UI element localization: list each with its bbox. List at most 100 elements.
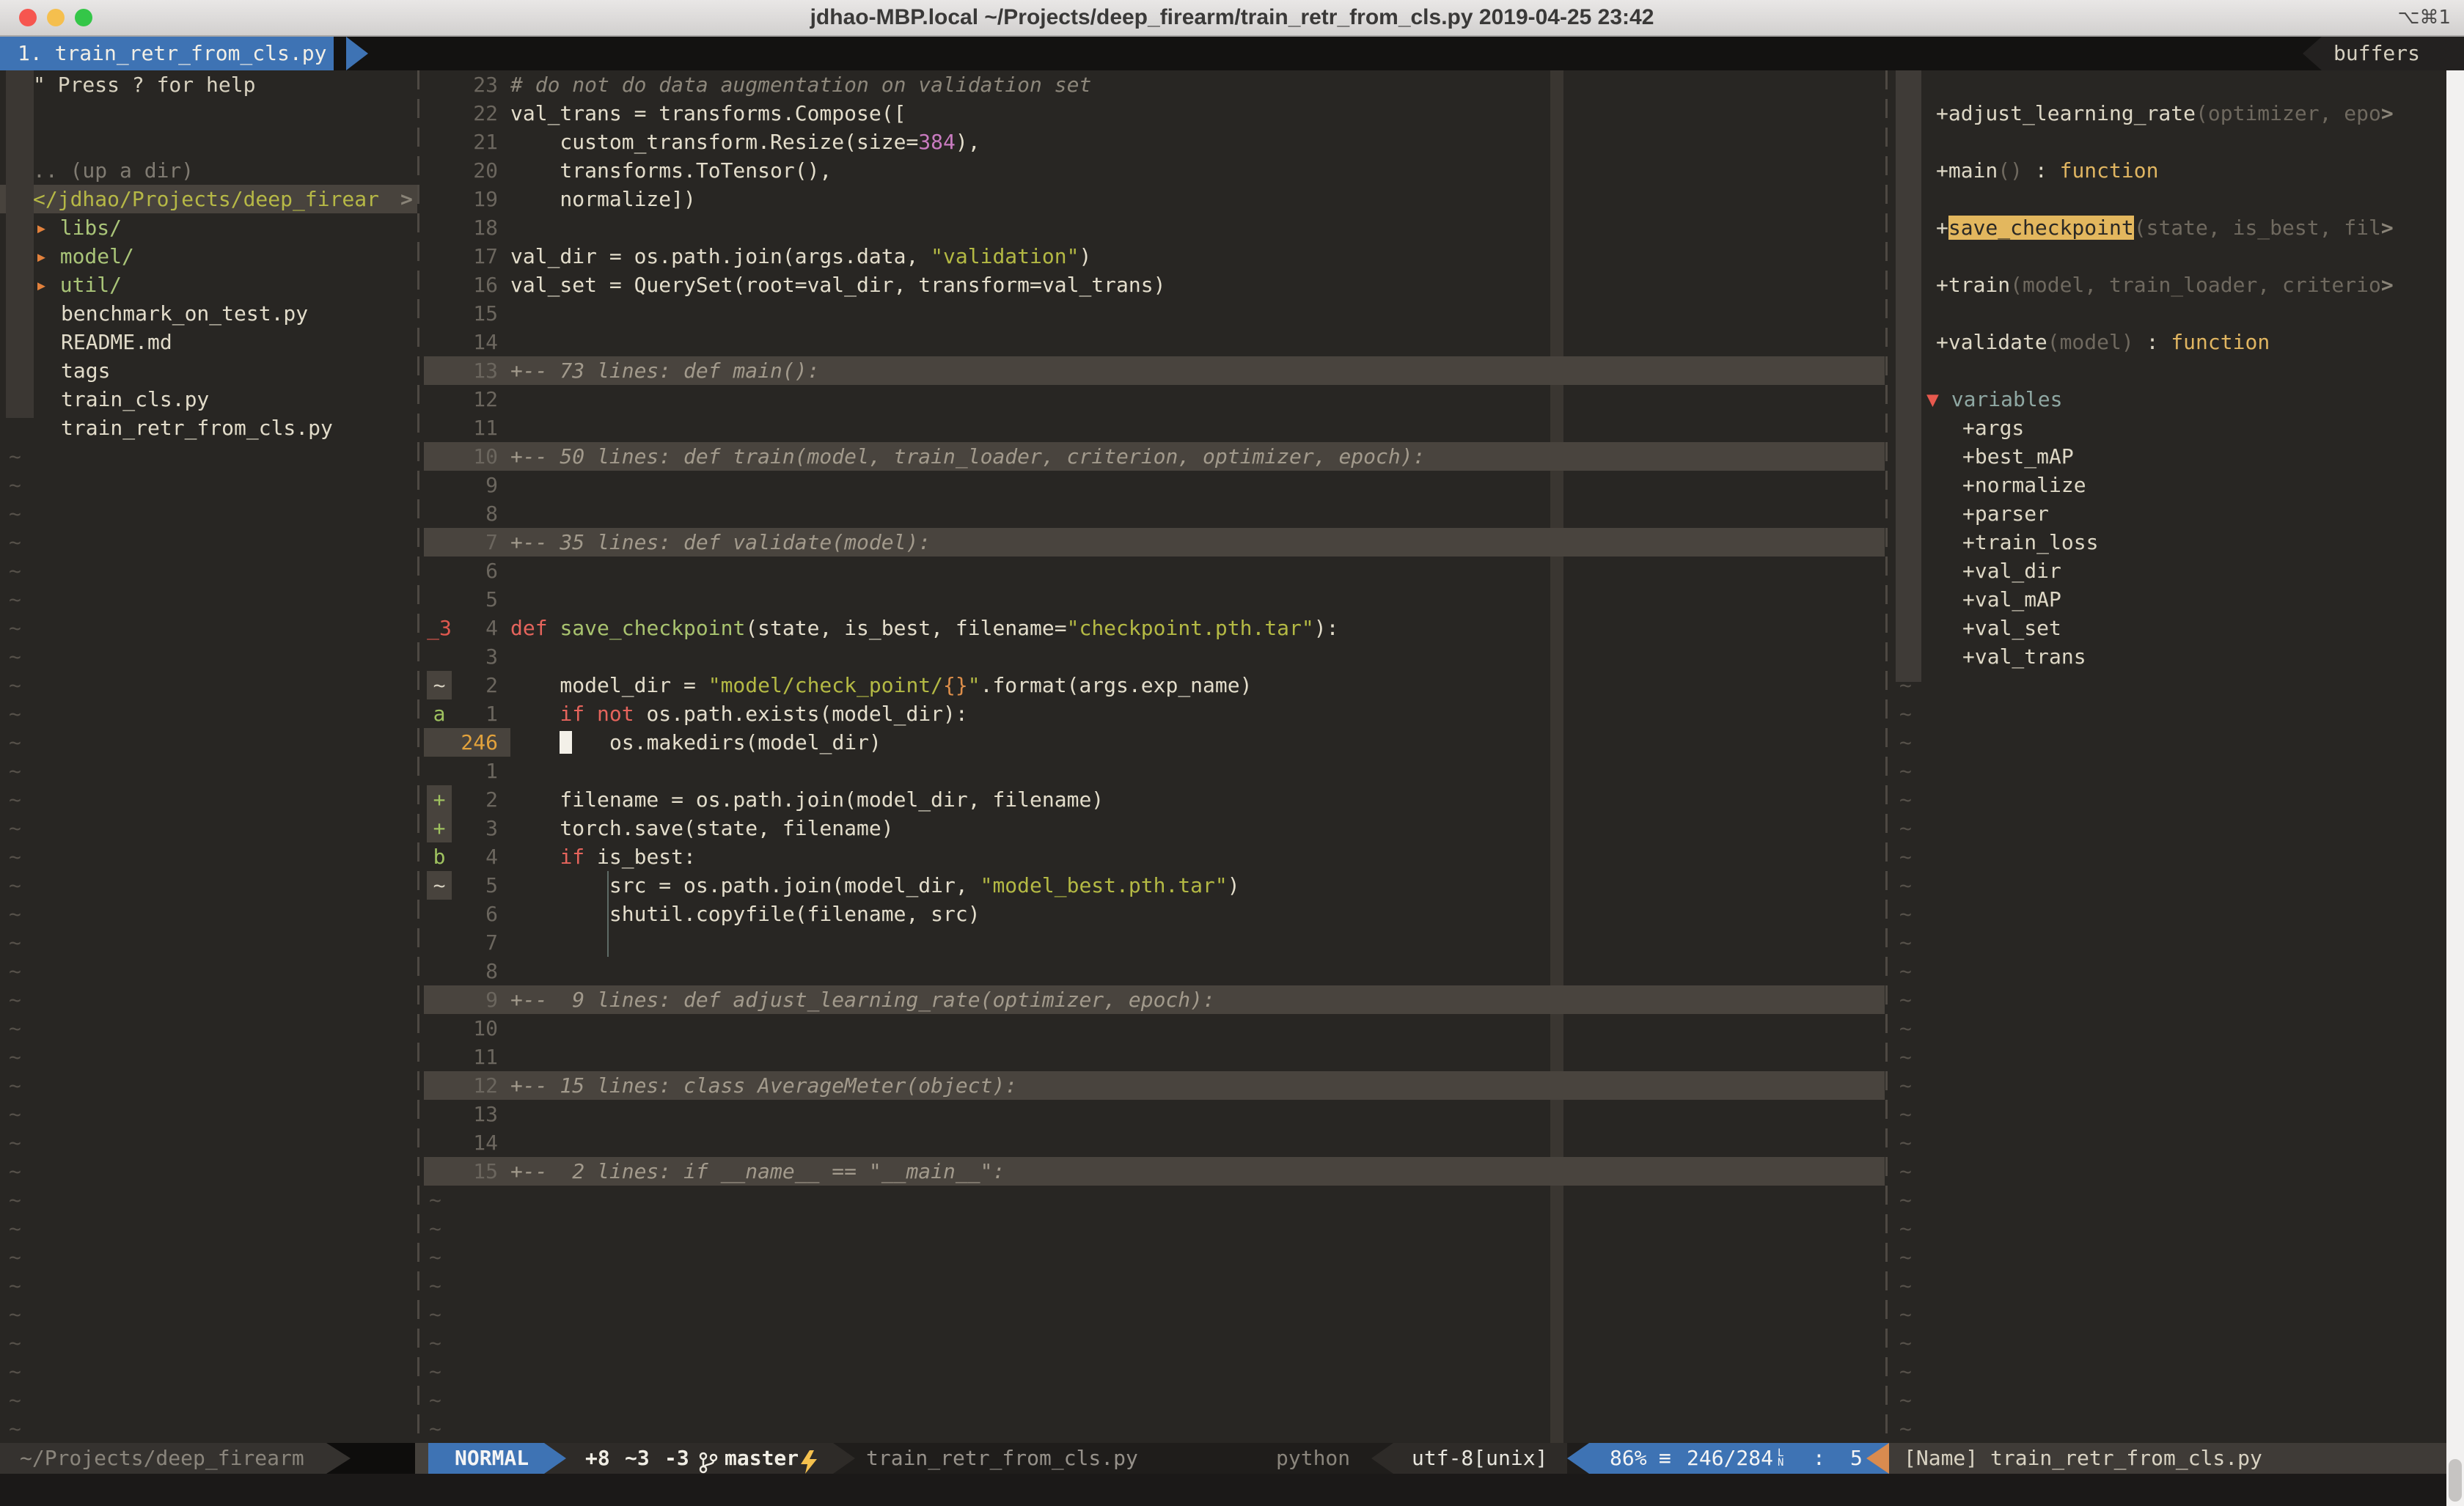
tagbar-function-item[interactable]: +save_checkpoint(state, is_best, fil> xyxy=(1936,213,2394,242)
empty-line-marker: ~ xyxy=(429,1357,441,1386)
tagbar-variable-item[interactable]: +train_loss xyxy=(1962,528,2098,557)
code-token: src = os.path.join(model_dir, xyxy=(510,873,980,897)
tabline: 1. train_retr_from_cls.py buffers xyxy=(0,37,2464,70)
code-line[interactable]: custom_transform.Resize(size=384), xyxy=(510,128,980,156)
empty-line-marker: ~ xyxy=(9,900,21,928)
empty-line-marker: ~ xyxy=(9,585,21,614)
nerdtree-dir-model[interactable]: ▸ model/ xyxy=(35,242,134,271)
code-line[interactable]: shutil.copyfile(filename, src) xyxy=(510,900,980,928)
nerdtree-file-benchmark_on_test-py[interactable]: benchmark_on_test.py xyxy=(61,299,308,328)
folded-region[interactable]: 9+-- 9 lines: def adjust_learning_rate(o… xyxy=(424,985,1885,1014)
tagbar-variable-item[interactable]: +best_mAP xyxy=(1962,442,2074,471)
empty-line-marker: ~ xyxy=(1899,1386,1912,1414)
fold-summary: +-- 73 lines: def main(): xyxy=(510,356,819,385)
code-token: "model_best.pth.tar" xyxy=(980,873,1228,897)
empty-line-marker: ~ xyxy=(1899,1128,1912,1157)
empty-line-marker: ~ xyxy=(9,1357,21,1386)
line-number: 7 xyxy=(449,928,498,957)
nerdtree-root-path[interactable]: </jdhao/Projects/deep_firear xyxy=(33,185,379,213)
right-scrollbar[interactable] xyxy=(2446,70,2464,1506)
code-line[interactable]: src = os.path.join(model_dir, "model_bes… xyxy=(510,871,1240,900)
tagbar-variable-item[interactable]: +val_dir xyxy=(1962,557,2061,585)
sign-b: b xyxy=(427,842,452,871)
folded-region[interactable]: 10+-- 50 lines: def train(model, train_l… xyxy=(424,442,1885,471)
tagbar-panel: +adjust_learning_rate(optimizer, epo> +ma… xyxy=(1889,70,2446,1443)
vertical-split-separator[interactable] xyxy=(417,70,419,1443)
folded-region[interactable]: 7+-- 35 lines: def validate(model): xyxy=(424,528,1885,557)
tagbar-variable-item[interactable]: +args xyxy=(1962,414,2024,442)
tag-signature: (state, is_best, fil xyxy=(2134,216,2381,240)
tagbar-function-item[interactable]: +main() : function xyxy=(1936,156,2158,185)
nerdtree-file-README-md[interactable]: README.md xyxy=(61,328,172,356)
sign-+: + xyxy=(427,785,452,814)
tagbar-variable-item[interactable]: +parser xyxy=(1962,499,2049,528)
line-number: 5 xyxy=(449,871,498,900)
right-scrollbar-thumb[interactable] xyxy=(2449,1459,2462,1502)
empty-line-marker: ~ xyxy=(9,557,21,585)
code-line[interactable]: filename = os.path.join(model_dir, filen… xyxy=(510,785,1104,814)
code-token: "model/check_point/ xyxy=(708,673,943,697)
tagbar-variable-item[interactable]: +val_trans xyxy=(1962,642,2086,671)
line-number: 3 xyxy=(449,642,498,671)
folded-region[interactable]: 15+-- 2 lines: if __name__ == "__main__"… xyxy=(424,1157,1885,1186)
empty-line-marker: ~ xyxy=(429,1300,441,1329)
encoding-indicator: utf-8[unix] xyxy=(1412,1443,1547,1474)
nerdtree-up-dir[interactable]: .. (up a dir) xyxy=(33,156,194,185)
code-line[interactable]: os.makedirs(model_dir) xyxy=(510,728,881,757)
code-line[interactable]: def save_checkpoint(state, is_best, file… xyxy=(510,614,1338,642)
folded-region[interactable]: 13+-- 73 lines: def main(): xyxy=(424,356,1885,385)
code-token: shutil.copyfile(filename, src) xyxy=(510,902,980,926)
nerdtree-dir-util[interactable]: ▸ util/ xyxy=(35,271,122,299)
nerdtree-scrollbar[interactable] xyxy=(6,70,34,418)
code-line[interactable]: model_dir = "model/check_point/{}".forma… xyxy=(510,671,1252,699)
empty-line-marker: ~ xyxy=(1899,985,1912,1014)
empty-line-marker: ~ xyxy=(9,642,21,671)
tagbar-function-item[interactable]: +adjust_learning_rate(optimizer, epo> xyxy=(1936,99,2394,128)
folded-region[interactable]: 12+-- 15 lines: class AverageMeter(objec… xyxy=(424,1071,1885,1100)
tagbar-variable-item[interactable]: +val_mAP xyxy=(1962,585,2061,614)
code-token: filename = os.path.join(model_dir, filen… xyxy=(510,787,1104,812)
statusline-filename: train_retr_from_cls.py xyxy=(866,1443,1138,1474)
code-line[interactable]: val_dir = os.path.join(args.data, "valid… xyxy=(510,242,1091,271)
nerdtree-dir-libs[interactable]: ▸ libs/ xyxy=(35,213,122,242)
color-column xyxy=(1550,70,1563,1443)
code-token: "checkpoint.pth.tar" xyxy=(1067,616,1314,640)
code-line[interactable]: val_trans = transforms.Compose([ xyxy=(510,99,906,128)
nerdtree-status-path: ~/Projects/deep_firearm xyxy=(20,1443,304,1474)
buffers-label[interactable]: buffers xyxy=(2322,37,2464,70)
command-line[interactable] xyxy=(0,1474,2464,1506)
code-line[interactable]: # do not do data augmentation on validat… xyxy=(510,70,1091,99)
mode-indicator: NORMAL xyxy=(455,1443,529,1474)
code-line[interactable]: val_set = QuerySet(root=val_dir, transfo… xyxy=(510,271,1165,299)
tagbar-function-item[interactable]: +train(model, train_loader, criterio> xyxy=(1936,271,2394,299)
tag-name-highlighted: save_checkpoint xyxy=(1948,216,2134,240)
empty-line-marker: ~ xyxy=(9,1100,21,1128)
tag-name: +train xyxy=(1936,273,2010,297)
code-line[interactable]: if not os.path.exists(model_dir): xyxy=(510,699,968,728)
empty-line-marker: ~ xyxy=(9,1043,21,1071)
empty-line-marker: ~ xyxy=(1899,1329,1912,1357)
line-number: 1 xyxy=(449,699,498,728)
vertical-split-separator[interactable] xyxy=(1885,70,1888,1443)
tagbar-function-item[interactable]: +validate(model) : function xyxy=(1936,328,2270,356)
titlebar: jdhao-MBP.local ~/Projects/deep_firearm/… xyxy=(0,0,2464,37)
code-token xyxy=(510,845,560,869)
buffers-notch-icon xyxy=(2303,37,2322,70)
code-token xyxy=(584,702,597,726)
nerdtree-file-train_retr_from_cls-py[interactable]: train_retr_from_cls.py xyxy=(61,414,333,442)
nerdtree-file-train_cls-py[interactable]: train_cls.py xyxy=(61,385,209,414)
empty-line-marker: ~ xyxy=(1899,1357,1912,1386)
nerdtree-file-tags[interactable]: tags xyxy=(61,356,110,385)
window-title: jdhao-MBP.local ~/Projects/deep_firearm/… xyxy=(0,0,2464,35)
code-line[interactable]: if is_best: xyxy=(510,842,696,871)
tagbar-section-variables[interactable]: ▼ variables xyxy=(1926,385,2062,414)
tag-name: +main xyxy=(1936,158,1998,183)
code-line[interactable]: normalize]) xyxy=(510,185,696,213)
tagbar-variable-item[interactable]: +normalize xyxy=(1962,471,2086,499)
empty-line-marker: ~ xyxy=(9,671,21,699)
tab-train-retr-from-cls[interactable]: 1. train_retr_from_cls.py xyxy=(0,37,334,70)
code-editor[interactable]: 23# do not do data augmentation on valid… xyxy=(424,70,1885,1443)
code-line[interactable]: torch.save(state, filename) xyxy=(510,814,894,842)
code-line[interactable]: transforms.ToTensor(), xyxy=(510,156,832,185)
tagbar-variable-item[interactable]: +val_set xyxy=(1962,614,2061,642)
